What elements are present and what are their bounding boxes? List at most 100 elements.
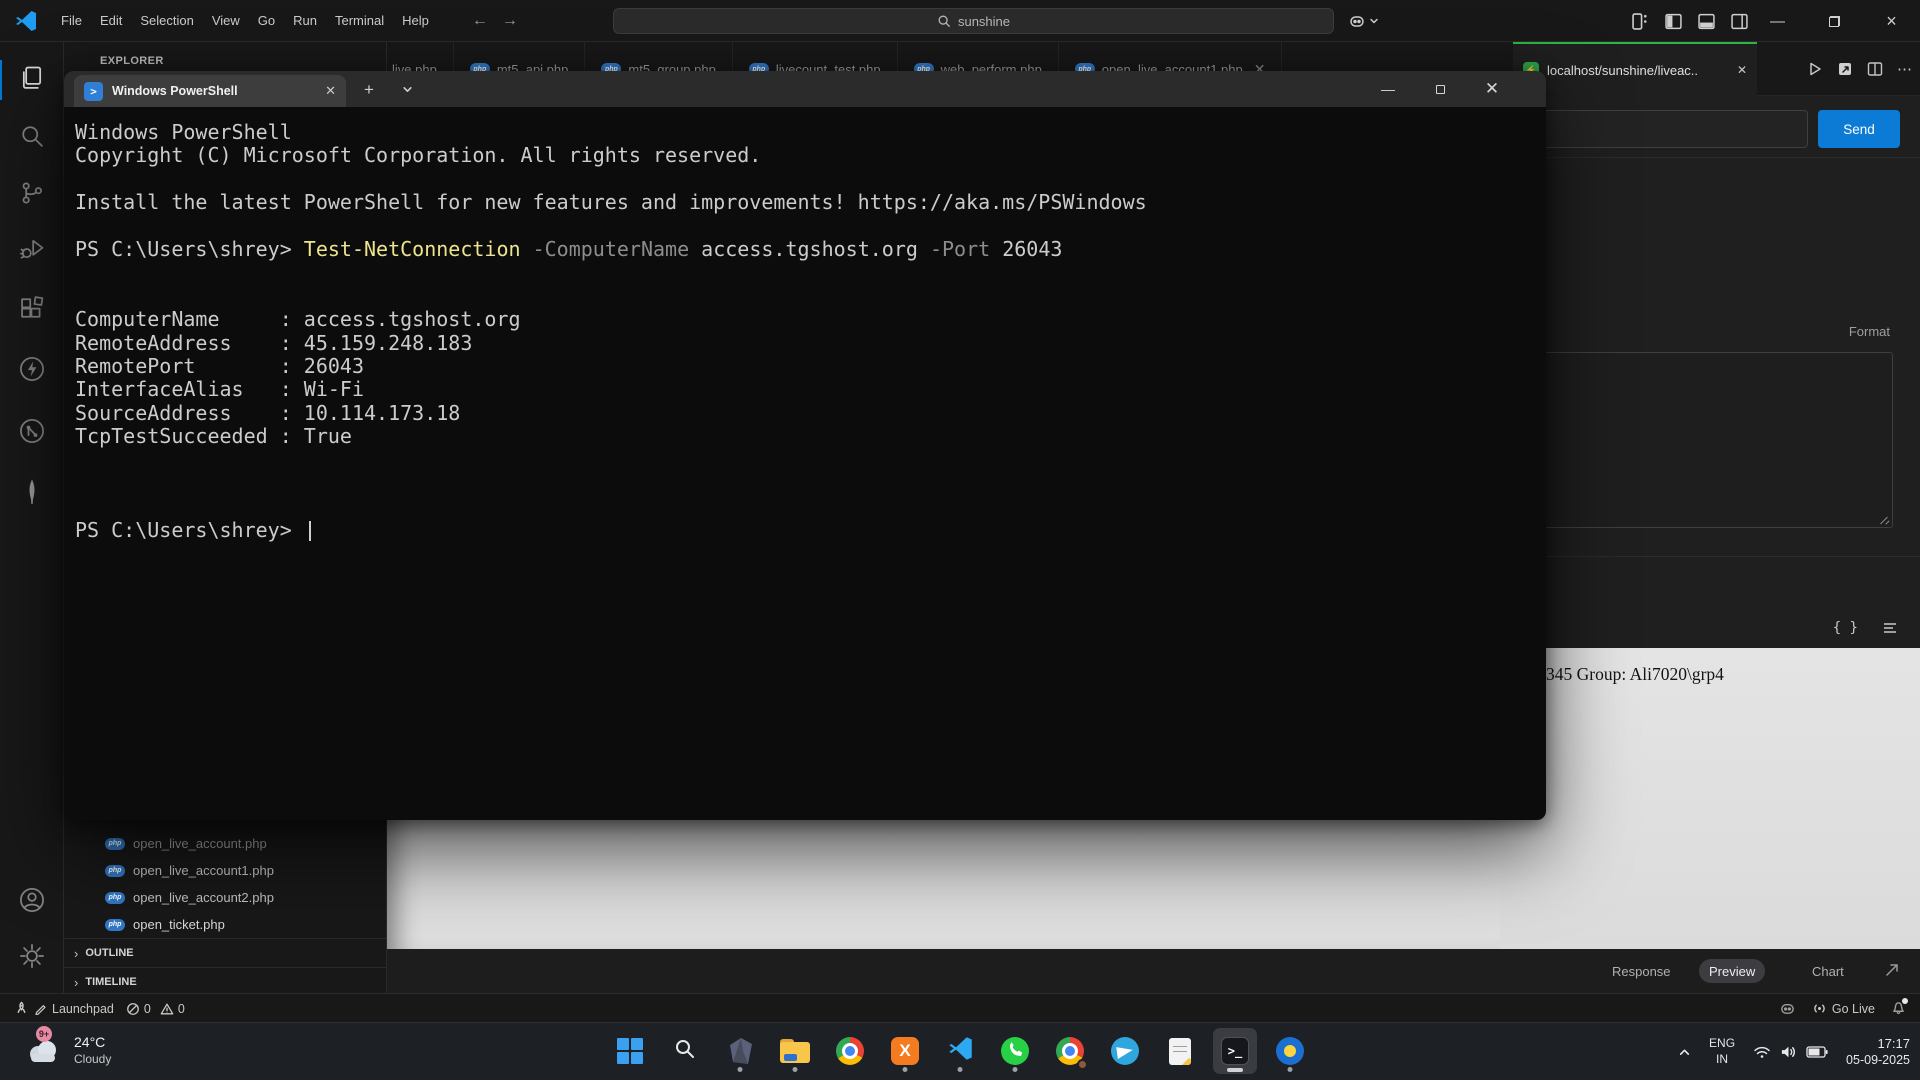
terminal-button[interactable]: >_ [1213, 1028, 1257, 1074]
vscode-taskbar-button[interactable] [938, 1028, 982, 1074]
copilot-button[interactable] [1348, 0, 1379, 42]
launchpad-button[interactable]: Launchpad [14, 1001, 114, 1016]
raw-lines-icon[interactable] [1882, 621, 1898, 635]
customize-layout-icon[interactable] [1632, 13, 1649, 30]
settings-gear-icon[interactable] [18, 942, 46, 970]
file-label: open_live_account2.php [133, 890, 274, 905]
close-tab-icon[interactable]: ✕ [1737, 63, 1747, 77]
toggle-secondary-sidebar-icon[interactable] [1731, 13, 1748, 30]
menu-help[interactable]: Help [393, 8, 438, 33]
maximize-button[interactable] [1414, 71, 1466, 107]
menu-run[interactable]: Run [284, 8, 326, 33]
taskbar-search-button[interactable] [663, 1028, 707, 1074]
powershell-titlebar[interactable]: > Windows PowerShell ✕ + — ✕ [64, 71, 1546, 107]
warning-icon [160, 1002, 174, 1016]
menu-go[interactable]: Go [249, 8, 284, 33]
status-left: Launchpad 0 0 [14, 994, 185, 1023]
close-button[interactable]: ✕ [1466, 71, 1518, 107]
minimize-button[interactable]: — [1362, 71, 1414, 107]
new-tab-icon[interactable]: + [364, 80, 374, 100]
git-graph-icon[interactable] [18, 417, 46, 445]
run-debug-icon[interactable] [18, 235, 46, 263]
running-dot [958, 1067, 963, 1072]
menu-terminal[interactable]: Terminal [326, 8, 393, 33]
network-volume-battery[interactable] [1753, 1044, 1828, 1060]
terminal-icon: >_ [1221, 1037, 1249, 1065]
status-bar: Launchpad 0 0 Go Live [0, 993, 1920, 1022]
notepad-icon [1169, 1038, 1191, 1065]
notepad-button[interactable] [1158, 1028, 1202, 1074]
url-input[interactable] [1516, 110, 1808, 148]
timeline-section[interactable]: › TIMELINE [64, 967, 386, 996]
chrome-profile-button[interactable] [1048, 1028, 1092, 1074]
close-tab-icon[interactable]: ✕ [325, 83, 336, 99]
json-braces-icon[interactable]: { } [1833, 620, 1858, 636]
accounts-icon[interactable] [18, 886, 46, 914]
telegram-button[interactable] [1103, 1028, 1147, 1074]
mongodb-icon[interactable] [18, 477, 46, 505]
resize-grip-icon[interactable] [1879, 514, 1889, 524]
close-button[interactable]: × [1863, 0, 1920, 42]
menu-edit[interactable]: Edit [91, 8, 131, 33]
chrome-button[interactable] [828, 1028, 872, 1074]
forward-arrow-icon[interactable]: → [502, 12, 518, 30]
command-center-search[interactable]: sunshine [613, 8, 1334, 34]
toggle-chart[interactable]: Chart [1802, 959, 1854, 983]
divider [1500, 556, 1920, 557]
open-settings-icon[interactable] [1837, 61, 1853, 77]
menu-selection[interactable]: Selection [131, 8, 202, 33]
weather-condition: Cloudy [74, 1052, 111, 1066]
language-indicator[interactable]: ENG IN [1709, 1036, 1735, 1067]
toggle-response[interactable]: Response [1602, 959, 1681, 983]
thunder-client-icon[interactable] [18, 355, 46, 383]
search-sidebar-icon[interactable] [18, 122, 46, 150]
toggle-sidebar-icon[interactable] [1665, 13, 1682, 30]
app-button[interactable] [1268, 1028, 1312, 1074]
start-button[interactable] [608, 1028, 652, 1074]
powershell-window[interactable]: > Windows PowerShell ✕ + — ✕ Windows Pow… [64, 71, 1546, 820]
clock[interactable]: 17:17 05-09-2025 [1846, 1035, 1910, 1069]
extensions-icon[interactable] [18, 294, 46, 322]
notifications-button[interactable] [1891, 1000, 1906, 1018]
file-open-live-account2[interactable]: php open_live_account2.php [64, 884, 386, 911]
file-open-live-account1[interactable]: php open_live_account1.php [64, 857, 386, 884]
go-live-button[interactable]: Go Live [1812, 1001, 1875, 1016]
powershell-tab[interactable]: > Windows PowerShell ✕ [74, 75, 346, 107]
explorer-icon[interactable] [18, 64, 46, 92]
tab-dropdown-icon[interactable] [402, 84, 413, 95]
format-label[interactable]: Format [1849, 324, 1890, 339]
terminal-output[interactable]: Windows PowerShellCopyright (C) Microsof… [64, 107, 1546, 820]
menu-view[interactable]: View [203, 8, 249, 33]
minimize-button[interactable]: — [1749, 0, 1806, 42]
outline-section[interactable]: › OUTLINE [64, 938, 386, 967]
vscode-icon [947, 1035, 974, 1067]
whatsapp-button[interactable] [993, 1028, 1037, 1074]
file-open-ticket[interactable]: php open_ticket.php [64, 911, 386, 938]
source-control-icon[interactable] [18, 179, 46, 207]
file-explorer-button[interactable] [773, 1028, 817, 1074]
layout-controls [1632, 0, 1748, 42]
back-arrow-icon[interactable]: ← [472, 12, 488, 30]
toggle-preview[interactable]: Preview [1699, 959, 1765, 983]
split-editor-icon[interactable] [1867, 61, 1883, 77]
run-request-icon[interactable] [1807, 61, 1823, 77]
send-button[interactable]: Send [1818, 110, 1900, 148]
copilot-status-icon[interactable] [1779, 1000, 1796, 1017]
weather-temp: 24°C [74, 1034, 111, 1050]
chevron-down-icon [1369, 16, 1379, 26]
expand-diagonal-icon[interactable] [1882, 960, 1902, 980]
problems-button[interactable]: 0 0 [126, 1002, 185, 1016]
weather-widget[interactable]: 9+ 24°C Cloudy [22, 1029, 111, 1071]
running-dot [793, 1067, 798, 1072]
tray-chevron-up-icon[interactable] [1678, 1046, 1691, 1059]
file-open-live-account[interactable]: php open_live_account.php [64, 830, 386, 857]
xampp-button[interactable]: X [883, 1028, 927, 1074]
request-body-textarea[interactable] [1516, 352, 1893, 528]
tab-localhost-sunshine[interactable]: ⚡ localhost/sunshine/liveac.. ✕ [1513, 42, 1757, 96]
restore-button[interactable] [1806, 0, 1863, 42]
toggle-panel-icon[interactable] [1698, 13, 1715, 30]
menu-bar: File Edit Selection View Go Run Terminal… [52, 8, 438, 33]
more-actions-icon[interactable]: ⋯ [1897, 60, 1912, 78]
obsidian-button[interactable] [718, 1028, 762, 1074]
menu-file[interactable]: File [52, 8, 91, 33]
